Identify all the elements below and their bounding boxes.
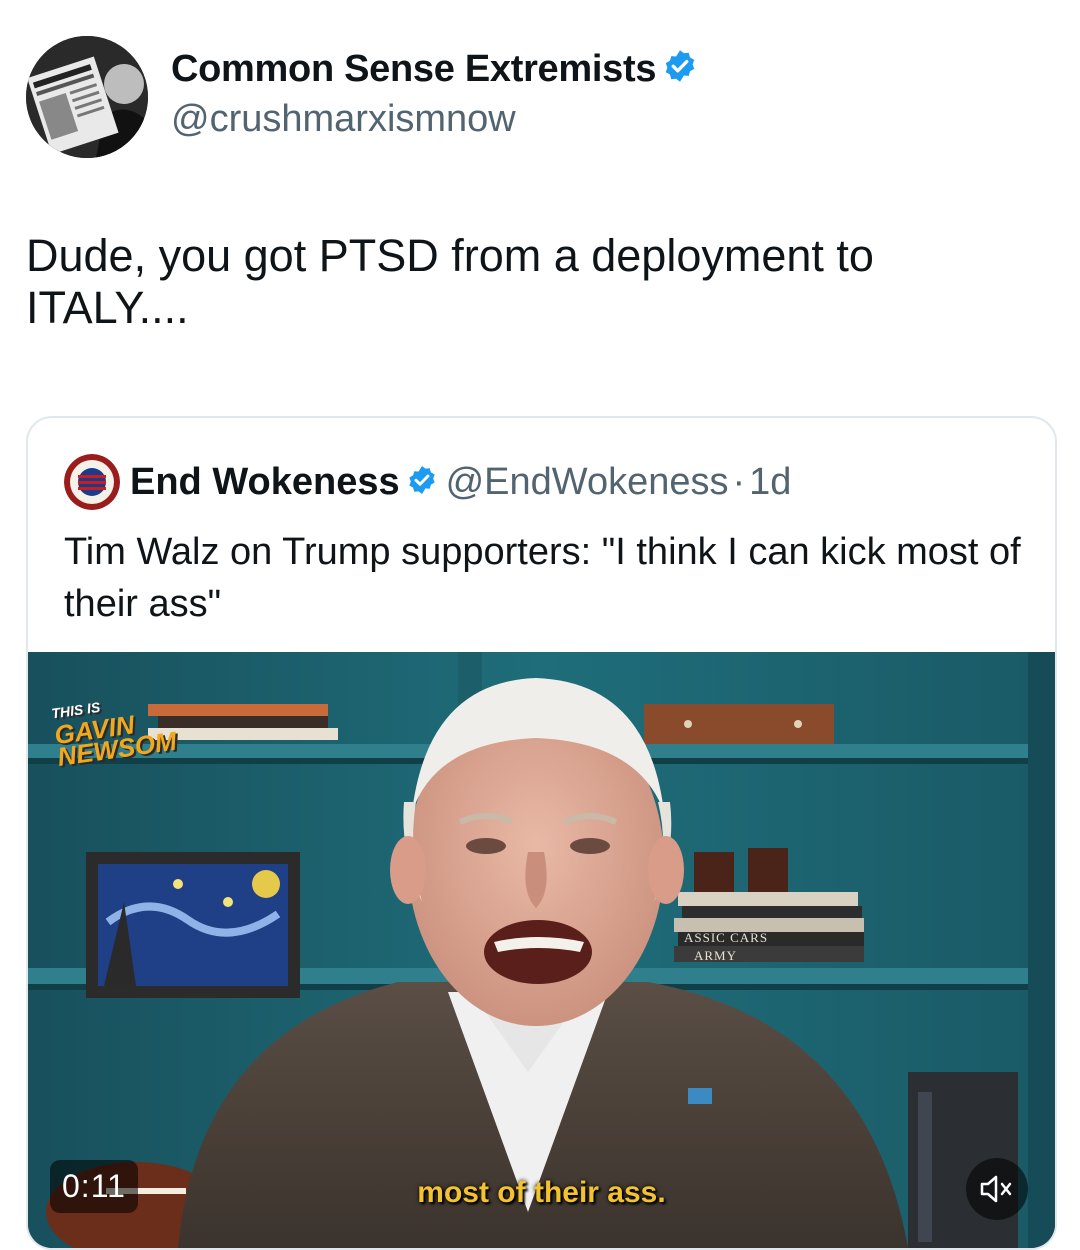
mute-button[interactable] (966, 1158, 1028, 1220)
post-age: 1d (749, 461, 792, 503)
author-name-text: Common Sense Extremists (171, 48, 657, 91)
quoted-tweet-card[interactable]: End Wokeness @EndWokeness · 1d Tim Walz on … (26, 416, 1057, 1250)
video-frame (28, 652, 1055, 1248)
quoted-author-handle[interactable]: @EndWokeness (446, 461, 729, 503)
verified-badge-icon (406, 462, 438, 506)
avatar-image (26, 36, 148, 158)
tweet-text: Dude, you got PTSD from a deployment to … (26, 230, 874, 333)
quoted-author-name[interactable]: End Wokeness (130, 461, 400, 503)
quoted-tweet-text: Tim Walz on Trump supporters: "I think I… (64, 531, 1021, 625)
author-display-name[interactable]: Common Sense Extremists (171, 48, 698, 94)
video-player[interactable]: THIS IS GAVIN NEWSOM ASSIC CARS ARMY 0:1… (28, 652, 1055, 1248)
verified-badge-icon (662, 48, 698, 94)
author-handle[interactable]: @crushmarxismnow (171, 98, 516, 141)
video-subtitle: most of their ass. (417, 1176, 666, 1209)
quoted-avatar-image (64, 454, 120, 510)
quoted-author-avatar[interactable] (64, 454, 120, 510)
book-spine-label: ASSIC CARS (684, 930, 769, 945)
separator-dot: · (732, 461, 746, 503)
author-avatar[interactable] (26, 36, 148, 158)
quoted-header: End Wokeness @EndWokeness · 1d (130, 460, 791, 506)
book-spine-label: ARMY (694, 948, 738, 963)
volume-muted-icon (980, 1175, 1012, 1203)
